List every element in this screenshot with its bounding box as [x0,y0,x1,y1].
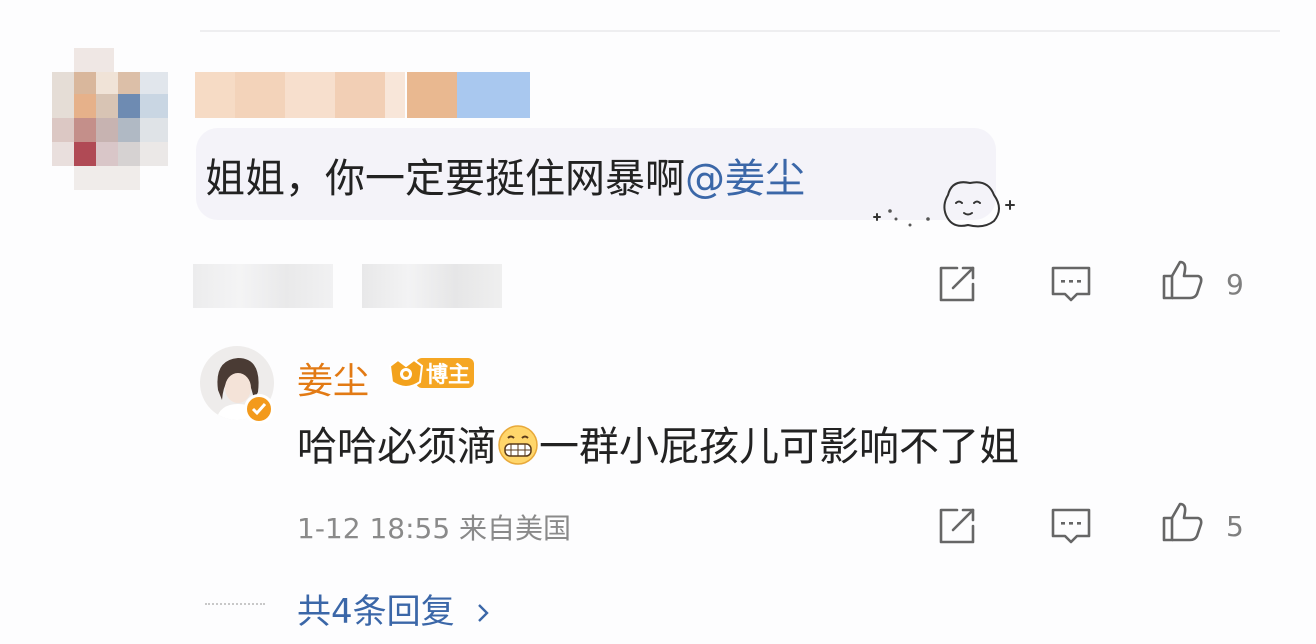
commenter-avatar[interactable] [52,48,170,190]
comment-icon[interactable] [1049,262,1093,306]
blogger-badge-label: 博主 [426,363,471,388]
top-divider [200,30,1280,32]
chevron-right-icon [478,604,490,622]
reply-text: 哈哈必须滴 一群小屁孩儿可影响不了姐 [297,424,1019,470]
verified-badge-icon [244,394,274,424]
share-icon[interactable] [935,262,979,306]
mention-link[interactable]: @姜尘 [685,156,805,202]
comment-like-count: 9 [1226,268,1244,301]
reply-timestamp: 1-12 18:55 来自美国 [297,512,572,545]
reply-author-name[interactable]: 姜尘 [297,352,369,404]
share-icon[interactable] [935,504,979,548]
reply-like-count: 5 [1226,510,1244,543]
thread-dots [205,603,265,607]
comment-icon[interactable] [1049,504,1093,548]
comment-location-blurred [362,264,502,308]
comment-time-blurred [193,264,333,308]
reply-location: 来自美国 [459,512,572,545]
cute-cat-sticker-icon [873,181,1015,228]
like-icon[interactable] [1160,258,1204,302]
comment-text: 姐姐，你一定要挺住网暴啊@姜尘 [205,156,805,202]
like-icon[interactable] [1160,500,1204,544]
grinning-face-icon [498,425,538,465]
more-replies-link[interactable]: 共4条回复 [297,584,493,633]
commenter-name-blurred[interactable] [195,72,530,118]
